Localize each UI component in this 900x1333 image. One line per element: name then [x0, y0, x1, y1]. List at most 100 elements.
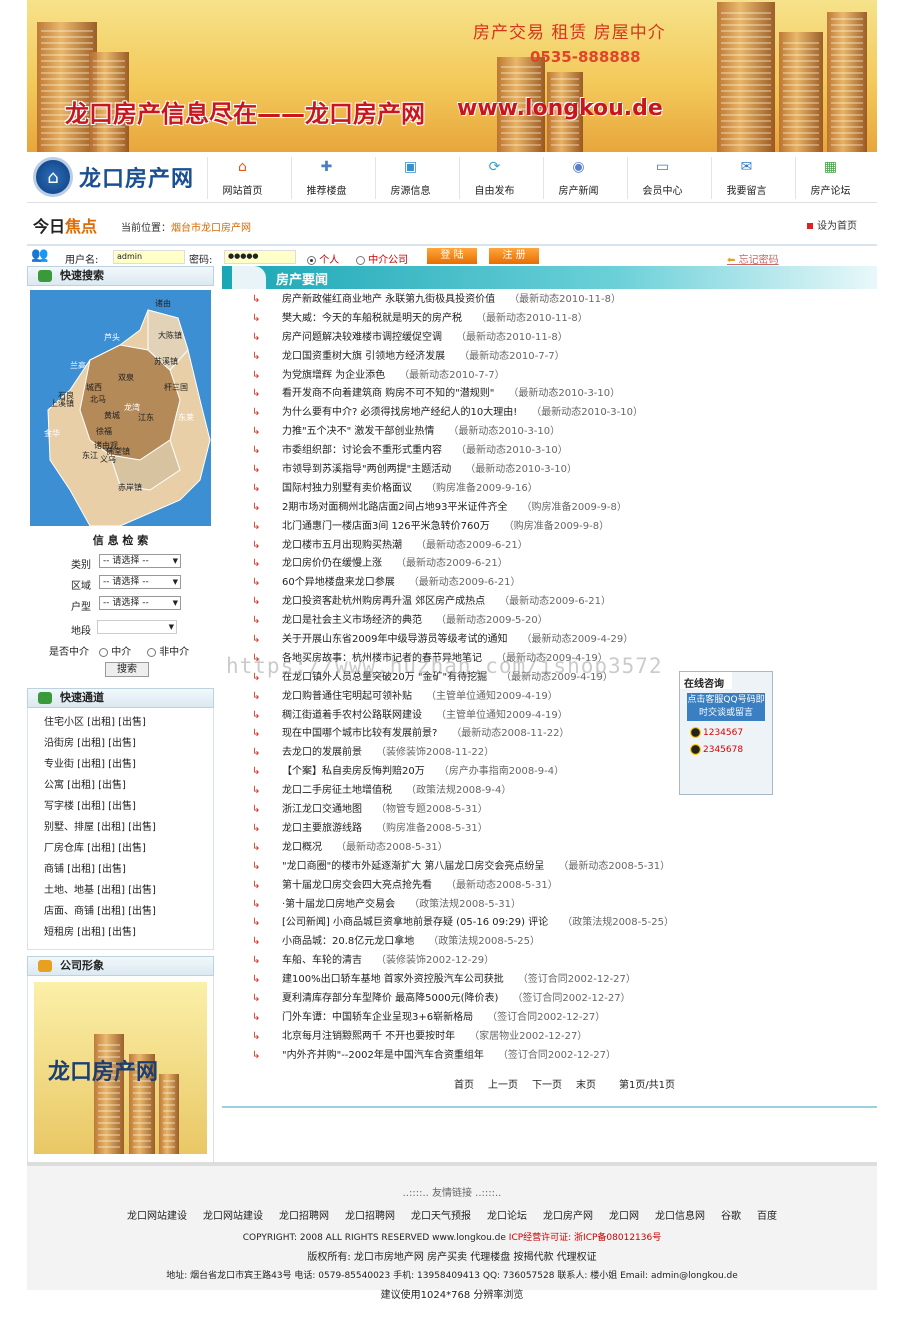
- news-title[interactable]: "内外齐并购"--2002年是中国汽车合资重组年: [282, 1050, 484, 1061]
- filter-select[interactable]: -- 请选择 --: [99, 554, 181, 568]
- news-title[interactable]: 龙口国资重树大旗 引领地方经济发展: [282, 351, 445, 362]
- news-item[interactable]: ↳ 为党旗增辉 为企业添色 （最新动态2010-7-7）: [222, 367, 877, 386]
- news-title[interactable]: 关于开展山东省2009年中级导游员等级考试的通知: [282, 634, 507, 645]
- map-region-label[interactable]: 金华: [44, 428, 60, 439]
- qq-link[interactable]: 2345678: [690, 744, 762, 755]
- map-region-label[interactable]: 赤岸镇: [118, 482, 142, 493]
- news-item[interactable]: ↳ 龙口二手房征土地增值税 （政策法规2008-9-4）: [222, 782, 877, 801]
- news-title[interactable]: 建100%出口轿车基地 首家外资控股汽车公司获批: [282, 974, 504, 985]
- news-title[interactable]: 力推"五个决不" 激发干部创业热情: [282, 426, 434, 437]
- news-item[interactable]: ↳ 第十届龙口房交会四大亮点抢先看 （最新动态2008-5-31）: [222, 877, 877, 896]
- username-input[interactable]: admin: [113, 250, 185, 264]
- news-title[interactable]: 北京每月注销黥熙两千 不开也要按时年: [282, 1031, 455, 1042]
- nav-item[interactable]: ✚ 推荐楼盘: [291, 157, 361, 199]
- channel-link[interactable]: 住宅小区 [出租] [出售]: [28, 712, 213, 733]
- channel-link[interactable]: 写字楼 [出租] [出售]: [28, 796, 213, 817]
- search-button[interactable]: 搜索: [105, 662, 149, 677]
- news-title[interactable]: 龙口是社会主义市场经济的典范: [282, 615, 422, 626]
- news-title[interactable]: 房产问题解决较难楼市调控缓促空调: [282, 332, 442, 343]
- news-item[interactable]: ↳ 龙口主要旅游线路 （购房准备2008-5-31）: [222, 820, 877, 839]
- register-button[interactable]: 注 册: [489, 248, 539, 264]
- news-item[interactable]: ↳ 国际村独力别墅有卖价格面议 （购房准备2009-9-16）: [222, 480, 877, 499]
- news-item[interactable]: ↳ 夏利清库存部分车型降价 最高降5000元(降价表) （签订合同2002-12-2…: [222, 990, 877, 1009]
- friend-link[interactable]: 龙口房产网: [543, 1211, 593, 1222]
- map-region-label[interactable]: 上溪镇: [50, 398, 74, 409]
- map-region-label[interactable]: 北马: [90, 394, 106, 405]
- news-item[interactable]: ↳ 龙口房价仍在缓慢上涨 （最新动态2009-6-21）: [222, 555, 877, 574]
- channel-link[interactable]: 商铺 [出租] [出售]: [28, 859, 213, 880]
- news-item[interactable]: ↳ 龙口是社会主义市场经济的典范 （最新动态2009-5-20）: [222, 612, 877, 631]
- consult-banner[interactable]: 点击客服QQ号码即时交谈或留言: [687, 693, 765, 721]
- nav-item[interactable]: ▭ 会员中心: [627, 157, 697, 199]
- channel-link[interactable]: 公寓 [出租] [出售]: [28, 775, 213, 796]
- map-region-label[interactable]: 江东: [138, 412, 154, 423]
- news-title[interactable]: 看开发商不向着建筑商 购房不可不知的"潜规则": [282, 388, 494, 399]
- news-item[interactable]: ↳ 看开发商不向着建筑商 购房不可不知的"潜规则" （最新动态2010-3-10）: [222, 385, 877, 404]
- address-input[interactable]: [97, 620, 177, 634]
- news-item[interactable]: ↳ 建100%出口轿车基地 首家外资控股汽车公司获批 （签订合同2002-12-27…: [222, 971, 877, 990]
- site-logo[interactable]: ⌂ 龙口房产网: [33, 155, 205, 199]
- news-title[interactable]: 龙口房价仍在缓慢上涨: [282, 558, 382, 569]
- news-title[interactable]: 浙江龙口交通地图: [282, 804, 362, 815]
- news-item[interactable]: ↳ "龙口商圈"的楼市外延逐渐扩大 第八届龙口房交会亮点纷呈 （最新动态2008-5…: [222, 858, 877, 877]
- news-item[interactable]: ↳ 【个案】私自卖房反悔判赔20万 （房产办事指南2008-9-4）: [222, 763, 877, 782]
- friend-link[interactable]: 龙口信息网: [655, 1211, 705, 1222]
- news-item[interactable]: ↳ 北门通惠门一楼店面3间 126平米急转价760万 （购房准备2009-9-8）: [222, 518, 877, 537]
- news-title[interactable]: 龙口楼市五月出现购买热潮: [282, 540, 402, 551]
- radio-agency[interactable]: [356, 255, 365, 265]
- nav-item[interactable]: ▣ 房源信息: [375, 157, 445, 199]
- friend-link[interactable]: 龙口网: [609, 1211, 639, 1222]
- login-button[interactable]: 登 陆: [427, 248, 477, 264]
- breadcrumb-link[interactable]: 烟台市龙口房产网: [171, 223, 251, 234]
- news-title[interactable]: 2期市场对面稠州北路店面2间占地93平米证件齐全: [282, 502, 507, 513]
- news-item[interactable]: ↳ 北京每月注销黥熙两千 不开也要按时年 （家居物业2002-12-27）: [222, 1028, 877, 1047]
- channel-link[interactable]: 厂房仓库 [出租] [出售]: [28, 838, 213, 859]
- map-region-label[interactable]: 兰高: [70, 360, 86, 371]
- news-item[interactable]: ↳ 为什么要有中介? 必须得找房地产经纪人的10大理由! （最新动态2010-3-1…: [222, 404, 877, 423]
- news-item[interactable]: ↳ 房产问题解决较难楼市调控缓促空调 （最新动态2010-11-8）: [222, 329, 877, 348]
- news-title[interactable]: 市领导到苏溪指导"两创两提"主题活动: [282, 464, 451, 475]
- nav-item[interactable]: ✉ 我要留言: [711, 157, 781, 199]
- map-region-label[interactable]: 城西: [86, 382, 102, 393]
- news-title[interactable]: 北门通惠门一楼店面3间 126平米急转价760万: [282, 521, 490, 532]
- channel-link[interactable]: 沿街房 [出租] [出售]: [28, 733, 213, 754]
- news-title[interactable]: 现在中国哪个城市比较有发展前景?: [282, 728, 437, 739]
- news-item[interactable]: ↳ [公司新闻] 小商品城巨资拿地前景存疑 (05-16 09:29) 评论 （政策…: [222, 914, 877, 933]
- news-item[interactable]: ↳ 龙口国资重树大旗 引领地方经济发展 （最新动态2010-7-7）: [222, 348, 877, 367]
- forgot-password-link[interactable]: ⬅ 忘记密码: [727, 251, 779, 266]
- channel-link[interactable]: 土地、地基 [出租] [出售]: [28, 880, 213, 901]
- pager-link[interactable]: 末页: [576, 1080, 596, 1091]
- news-item[interactable]: ↳ 关于开展山东省2009年中级导游员等级考试的通知 （最新动态2009-4-29）: [222, 631, 877, 650]
- news-item[interactable]: ↳ 稠江街道着手农村公路联网建设 （主管单位通知2009-4-19）: [222, 707, 877, 726]
- nav-item[interactable]: ▦ 房产论坛: [795, 157, 865, 199]
- news-item[interactable]: ↳ 浙江龙口交通地图 （物管专题2008-5-31）: [222, 801, 877, 820]
- icp-number[interactable]: ICP经营许可证: 浙ICP备08012136号: [509, 1233, 661, 1243]
- news-item[interactable]: ↳ 现在中国哪个城市比较有发展前景? （最新动态2008-11-22）: [222, 725, 877, 744]
- news-item[interactable]: ↳ 门外车谭：中国轿车企业呈现3+6崭新格局 （签订合同2002-12-27）: [222, 1009, 877, 1028]
- pager-link[interactable]: 上一页: [488, 1080, 518, 1091]
- news-item[interactable]: ↳ 房产新政催红商业地产 永联第九街极具投资价值 （最新动态2010-11-8）: [222, 291, 877, 310]
- news-item[interactable]: ↳ 市委组织部：讨论会不重形式重内容 （最新动态2010-3-10）: [222, 442, 877, 461]
- news-title[interactable]: 门外车谭：中国轿车企业呈现3+6崭新格局: [282, 1012, 473, 1023]
- friend-link[interactable]: 龙口网站建设: [203, 1211, 263, 1222]
- map-region-label[interactable]: 苏溪镇: [154, 356, 178, 367]
- news-title[interactable]: 【个案】私自卖房反悔判赔20万: [282, 766, 425, 777]
- filter-select[interactable]: -- 请选择 --: [99, 575, 181, 589]
- news-item[interactable]: ↳ 2期市场对面稠州北路店面2间占地93平米证件齐全 （购房准备2009-9-8）: [222, 499, 877, 518]
- news-item[interactable]: ↳ 市领导到苏溪指导"两创两提"主题活动 （最新动态2010-3-10）: [222, 461, 877, 480]
- password-input[interactable]: ●●●●●: [224, 250, 296, 264]
- friend-link[interactable]: 龙口天气预报: [411, 1211, 471, 1222]
- nav-item[interactable]: ⟳ 自由发布: [459, 157, 529, 199]
- radio-agency-no[interactable]: [147, 647, 156, 657]
- news-title[interactable]: 房产新政催红商业地产 永联第九街极具投资价值: [282, 294, 495, 305]
- friend-link[interactable]: 龙口网站建设: [127, 1211, 187, 1222]
- map-region-label[interactable]: 大陈镇: [158, 330, 182, 341]
- news-title[interactable]: 龙口概况: [282, 842, 322, 853]
- set-home-link[interactable]: 设为首页: [807, 217, 857, 232]
- news-title[interactable]: 车船、车轮的清吉: [282, 955, 362, 966]
- map-region-label[interactable]: 诸由: [155, 298, 171, 309]
- news-title[interactable]: 为党旗增辉 为企业添色: [282, 370, 385, 381]
- news-item[interactable]: ↳ "内外齐并购"--2002年是中国汽车合资重组年 （签订合同2002-12-27…: [222, 1047, 877, 1066]
- map-region-label[interactable]: 徐福: [96, 426, 112, 437]
- news-title[interactable]: 国际村独力别墅有卖价格面议: [282, 483, 412, 494]
